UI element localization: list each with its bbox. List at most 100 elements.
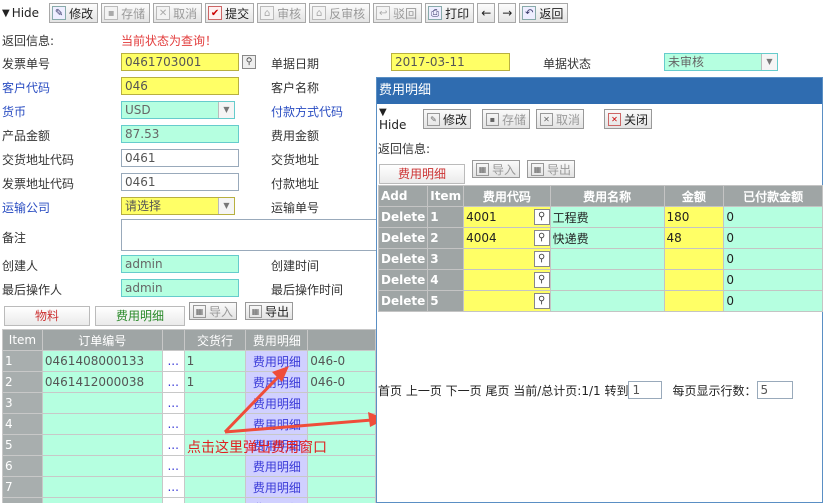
invoice-addr-code-field[interactable]: 0461 [121, 173, 239, 191]
delivery-addr-code-field[interactable]: 0461 [121, 149, 239, 167]
delete-row-button[interactable]: Delete [377, 290, 429, 312]
grid-cell-order[interactable] [41, 392, 163, 414]
prev-record-button[interactable]: ← [477, 3, 496, 23]
grid-cell-order[interactable]: 0461408000133 [41, 350, 163, 372]
fee-cell-name[interactable] [549, 269, 665, 291]
grid-cell-line[interactable] [183, 476, 247, 498]
popup-cancel-button[interactable]: ✕ 取消 [536, 109, 585, 129]
fee-cell-amount[interactable]: 48 [663, 227, 725, 249]
invoice-no-field[interactable]: 0461703001 [121, 53, 239, 71]
goto-page-input[interactable]: 1 [628, 381, 663, 399]
fee-cell-paid[interactable]: 0 [723, 290, 823, 312]
delete-row-button[interactable]: Delete [377, 206, 429, 228]
fee-cell-code[interactable]: ⚲ [463, 269, 551, 291]
rows-per-page-input[interactable]: 5 [756, 381, 793, 399]
fee-cell-name[interactable]: 工程费 [549, 206, 665, 228]
last-operator-field[interactable]: admin [121, 279, 239, 297]
grid-cell-lookup[interactable]: ... [161, 350, 185, 372]
reject-button[interactable]: ↩ 驳回 [373, 3, 423, 23]
grid-cell-fee-link[interactable]: 费用明细 [245, 455, 309, 477]
fee-cell-amount[interactable]: 180 [663, 206, 725, 228]
unaudit-button[interactable]: ⌂ 反审核 [309, 3, 371, 23]
grid-cell-lookup[interactable] [161, 497, 185, 503]
grid-cell-line[interactable] [183, 455, 247, 477]
fee-cell-amount[interactable] [663, 290, 725, 312]
popup-import-button[interactable]: ▦ 导入 [472, 160, 521, 178]
grid-cell-fee-link[interactable]: 费用明细 [245, 392, 309, 414]
grid-cell-order[interactable] [41, 413, 163, 435]
tab-fee-detail[interactable]: 费用明细 [95, 306, 185, 326]
hide-toggle[interactable]: ▼ Hide [2, 6, 39, 20]
grid-cell-line[interactable] [183, 413, 247, 435]
delete-row-button[interactable]: Delete [377, 269, 429, 291]
currency-select[interactable]: USD ▼ [121, 101, 235, 119]
fee-cell-amount[interactable] [663, 248, 725, 270]
fee-cell-code[interactable]: ⚲ [463, 290, 551, 312]
grid-cell-order[interactable] [41, 476, 163, 498]
grid-cell-order[interactable] [41, 497, 163, 503]
fee-cell-paid[interactable]: 0 [723, 248, 823, 270]
fee-cell-code[interactable]: 4001 ⚲ [463, 206, 551, 228]
customer-code-field[interactable]: 046 [121, 77, 239, 95]
carrier-select[interactable]: 请选择 ▼ [121, 197, 235, 215]
fee-cell-name[interactable]: 快递费 [549, 227, 665, 249]
fee-cell-code[interactable]: ⚲ [463, 248, 551, 270]
popup-close-button[interactable]: ✕ 关闭 [604, 109, 653, 129]
grid-cell-line[interactable]: 1 [183, 371, 247, 393]
grid-cell-fee-link[interactable]: 费用明细 [245, 497, 309, 503]
fee-grid-add-button[interactable]: Add [377, 185, 429, 207]
submit-button[interactable]: ✔ 提交 [205, 3, 255, 23]
fee-cell-name[interactable] [549, 248, 665, 270]
remark-field[interactable] [121, 219, 377, 251]
grid-cell-fee-link[interactable]: 费用明细 [245, 476, 309, 498]
fee-cell-amount[interactable] [663, 269, 725, 291]
grid-cell-line[interactable] [183, 392, 247, 414]
audit-button[interactable]: ⌂ 审核 [257, 3, 307, 23]
import-button[interactable]: ▦ 导入 [189, 302, 238, 320]
grid-cell-order[interactable] [41, 455, 163, 477]
grid-cell-line[interactable]: 1 [183, 350, 247, 372]
back-button[interactable]: ↶ 返回 [519, 3, 569, 23]
lookup-icon[interactable]: ⚲ [533, 209, 550, 225]
lookup-icon[interactable]: ⚲ [533, 293, 550, 309]
fee-cell-code[interactable]: 4004 ⚲ [463, 227, 551, 249]
product-amount-field[interactable]: 87.53 [121, 125, 239, 143]
grid-cell-lookup[interactable]: ... [161, 371, 185, 393]
grid-cell-order[interactable]: 0461412000038 [41, 371, 163, 393]
delete-row-button[interactable]: Delete [377, 248, 429, 270]
fee-cell-paid[interactable]: 0 [723, 227, 823, 249]
grid-cell-lookup[interactable]: ... [161, 476, 185, 498]
grid-cell-order[interactable] [41, 434, 163, 456]
creator-field[interactable]: admin [121, 255, 239, 273]
export-button[interactable]: ▦ 导出 [245, 302, 294, 320]
popup-tab-fee-detail[interactable]: 费用明细 [379, 164, 465, 184]
popup-hide-toggle[interactable]: ▼ Hide [379, 107, 406, 131]
grid-cell-fee-link[interactable]: 费用明细 [245, 371, 309, 393]
grid-cell-lookup[interactable]: ... [161, 434, 185, 456]
fee-cell-paid[interactable]: 0 [723, 206, 823, 228]
lookup-icon[interactable]: ⚲ [242, 55, 256, 69]
fee-cell-paid[interactable]: 0 [723, 269, 823, 291]
cancel-button[interactable]: ✕ 取消 [153, 3, 203, 23]
save-button[interactable]: ▪ 存储 [101, 3, 151, 23]
grid-cell-lookup[interactable]: ... [161, 392, 185, 414]
lookup-icon[interactable]: ⚲ [533, 272, 550, 288]
doc-status-select[interactable]: 未审核 ▼ [664, 53, 778, 71]
tab-material[interactable]: 物料 [4, 306, 90, 326]
lookup-icon[interactable]: ⚲ [533, 230, 550, 246]
popup-save-button[interactable]: ▪ 存储 [482, 109, 531, 129]
grid-cell-fee-link[interactable]: 费用明细 [245, 413, 309, 435]
pager-text[interactable]: 首页 上一页 下一页 尾页 当前/总计页:1/1 转到 [378, 382, 628, 399]
grid-cell-lookup[interactable]: ... [161, 413, 185, 435]
fee-cell-name[interactable] [549, 290, 665, 312]
grid-cell-line[interactable] [183, 497, 247, 503]
modify-button[interactable]: ✎ 修改 [49, 3, 99, 23]
popup-modify-button[interactable]: ✎ 修改 [423, 109, 472, 129]
popup-export-button[interactable]: ▦ 导出 [527, 160, 576, 178]
next-record-button[interactable]: → [498, 3, 517, 23]
doc-date-field[interactable]: 2017-03-11 [391, 53, 510, 71]
lookup-icon[interactable]: ⚲ [533, 251, 550, 267]
grid-cell-fee-link[interactable]: 费用明细 [245, 350, 309, 372]
grid-cell-lookup[interactable]: ... [161, 455, 185, 477]
print-button[interactable]: ⎙ 打印 [425, 3, 475, 23]
